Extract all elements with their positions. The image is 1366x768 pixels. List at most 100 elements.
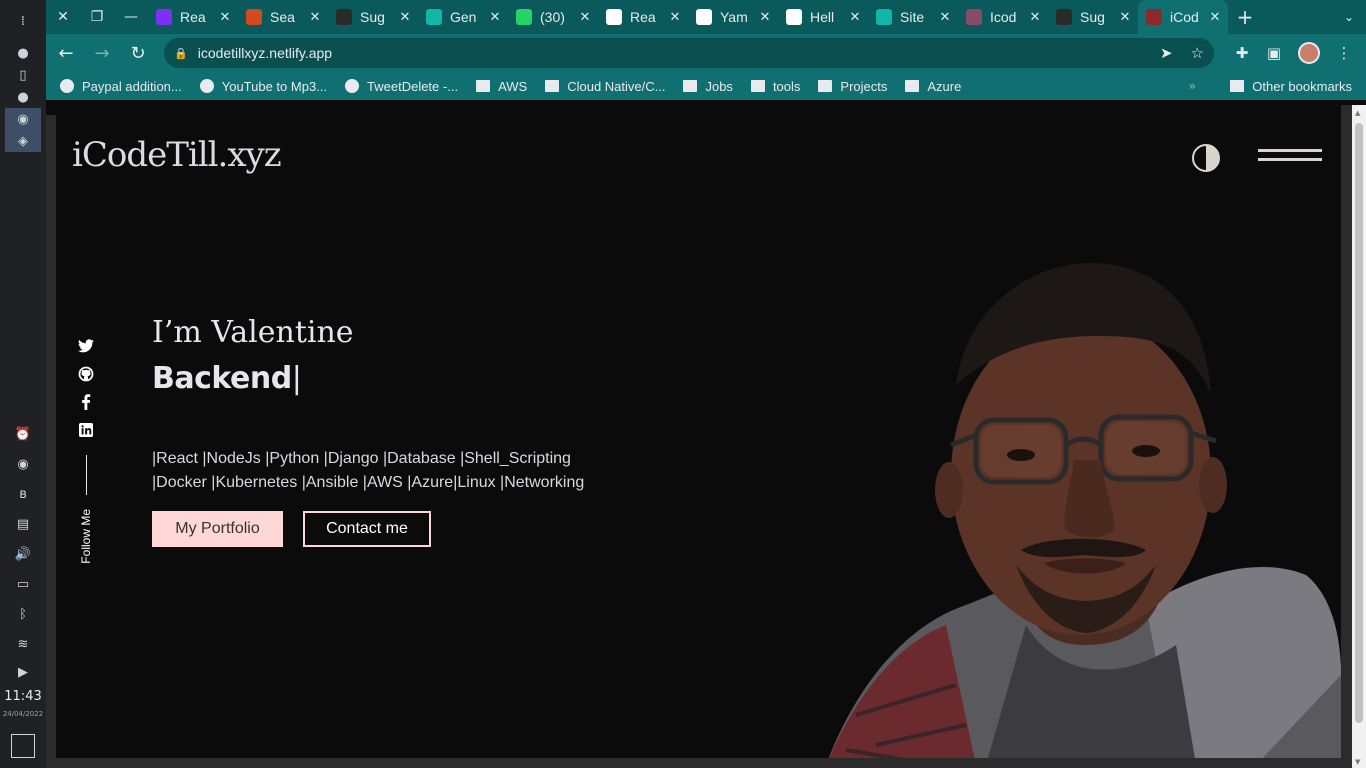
folder-icon	[1230, 80, 1245, 92]
greeting-heading: I’m Valentine	[152, 315, 354, 350]
new-tab-button[interactable]: +	[1228, 5, 1262, 29]
tab-close-icon[interactable]: ✕	[1118, 9, 1132, 25]
menu-bar-bottom	[1258, 158, 1322, 161]
contact-me-button[interactable]: Contact me	[303, 511, 431, 547]
battery-icon[interactable]: ▭	[5, 569, 41, 599]
tab-title: Sea	[270, 9, 295, 25]
more-bookmarks-icon[interactable]: »	[1189, 79, 1196, 93]
twitter-icon[interactable]	[77, 337, 95, 355]
tab-search-icon[interactable]: ⌄	[1344, 10, 1354, 24]
clock[interactable]: 11:43	[4, 689, 41, 704]
bookmark-item[interactable]: AWS	[476, 79, 527, 94]
bookmark-star-icon[interactable]: ☆	[1191, 44, 1204, 62]
bookmark-item[interactable]: Projects	[818, 79, 887, 94]
send-icon[interactable]: ➤	[1160, 44, 1173, 62]
app-icon-1[interactable]: ●	[5, 42, 41, 64]
tab-close-icon[interactable]: ✕	[1028, 9, 1042, 25]
tab-close-icon[interactable]: ✕	[488, 9, 502, 25]
tab-title: Yam	[720, 9, 748, 25]
tab-favicon-icon	[606, 9, 622, 25]
tab-title: Rea	[630, 9, 656, 25]
browser-tab[interactable]: iCod ✕	[1138, 0, 1228, 34]
tab-title: (30)	[540, 9, 565, 25]
tab-close-icon[interactable]: ✕	[1208, 9, 1222, 25]
browser-tab[interactable]: Icod ✕	[958, 0, 1048, 34]
tab-close-icon[interactable]: ✕	[578, 9, 592, 25]
restore-window-icon[interactable]: ❐	[80, 0, 114, 34]
app-icon-2[interactable]: ●	[5, 86, 41, 108]
show-desktop-icon[interactable]	[11, 734, 35, 758]
close-window-icon[interactable]: ✕	[46, 0, 80, 34]
chrome-tray-icon[interactable]: ◉	[5, 449, 41, 479]
lock-icon[interactable]: 🔒	[174, 47, 188, 60]
scroll-up-icon[interactable]: ▲	[1355, 109, 1360, 117]
menu-kebab-icon[interactable]: ⋮	[1328, 44, 1360, 62]
site-logo[interactable]: iCodeTill.xyz	[72, 135, 282, 175]
browser-tab[interactable]: Gen ✕	[418, 0, 508, 34]
tab-close-icon[interactable]: ✕	[398, 9, 412, 25]
browser-tab[interactable]: Rea ✕	[598, 0, 688, 34]
minimize-window-icon[interactable]: —	[114, 0, 148, 34]
hamburger-menu-icon[interactable]	[1258, 149, 1322, 167]
browser-tab[interactable]: Yam ✕	[688, 0, 778, 34]
folder-icon	[818, 80, 833, 92]
extensions-icon[interactable]: ✚	[1226, 44, 1258, 62]
profile-avatar[interactable]	[1298, 42, 1320, 64]
linkedin-icon[interactable]	[77, 421, 95, 439]
scrollbar-thumb[interactable]	[1355, 123, 1363, 723]
bookmark-item[interactable]: YouTube to Mp3...	[199, 79, 327, 94]
tab-favicon-icon	[426, 9, 442, 25]
bookmark-item[interactable]: Azure	[905, 79, 961, 94]
tab-close-icon[interactable]: ✕	[848, 9, 862, 25]
bookmark-item[interactable]: Paypal addition...	[60, 79, 182, 94]
my-portfolio-button[interactable]: My Portfolio	[152, 511, 283, 547]
bookmark-item[interactable]: TweetDelete -...	[345, 79, 458, 94]
bookmark-item[interactable]: Jobs	[683, 79, 733, 94]
tab-close-icon[interactable]: ✕	[938, 9, 952, 25]
github-icon[interactable]	[77, 365, 95, 383]
side-panel-icon[interactable]: ▣	[1258, 44, 1290, 62]
browser-tab[interactable]: Sug ✕	[328, 0, 418, 34]
browser-tab[interactable]: Site ✕	[868, 0, 958, 34]
browser-tab[interactable]: (30) ✕	[508, 0, 598, 34]
browser-tab[interactable]: Hell ✕	[778, 0, 868, 34]
chrome-dock-icon[interactable]: ◉	[5, 108, 41, 130]
bookmark-label: tools	[772, 78, 801, 94]
clipboard-icon[interactable]: ▤	[5, 509, 41, 539]
vscode-dock-icon[interactable]: ◈	[5, 130, 41, 152]
file-icon[interactable]: ▯	[5, 64, 41, 86]
url-text[interactable]: icodetillxyz.netlify.app	[198, 45, 1142, 61]
page-top-gap	[46, 100, 1366, 115]
wifi-icon[interactable]: ≋	[5, 629, 41, 659]
browser-tab[interactable]: Rea ✕	[148, 0, 238, 34]
browser-tab[interactable]: Sea ✕	[238, 0, 328, 34]
browser-tab[interactable]: Sug ✕	[1048, 0, 1138, 34]
expand-tray-icon[interactable]: ▶	[5, 659, 41, 685]
forward-button[interactable]: →	[86, 37, 118, 69]
bluetooth-icon[interactable]: ᛒ	[5, 599, 41, 629]
reload-button[interactable]: ↻	[122, 37, 154, 69]
scroll-down-icon[interactable]: ▼	[1355, 758, 1360, 766]
tab-close-icon[interactable]: ✕	[218, 9, 232, 25]
bookmark-item[interactable]: Cloud Native/C...	[545, 79, 665, 94]
facebook-icon[interactable]	[77, 393, 95, 411]
tab-title: Sug	[1080, 9, 1105, 25]
volume-icon[interactable]: 🔊	[5, 539, 41, 569]
address-bar[interactable]: 🔒 icodetillxyz.netlify.app ➤ ☆	[164, 38, 1214, 68]
menu-bar-top	[1258, 149, 1322, 152]
tab-close-icon[interactable]: ✕	[758, 9, 772, 25]
skills-line-2: |Docker |Kubernetes |Ansible |AWS |Azure…	[152, 474, 585, 491]
tab-close-icon[interactable]: ✕	[668, 9, 682, 25]
back-button[interactable]: ←	[50, 37, 82, 69]
other-bookmarks-label: Other bookmarks	[1252, 78, 1352, 94]
bookmark-item[interactable]: tools	[750, 78, 801, 94]
bluetooth-app-icon[interactable]: ʙ	[5, 479, 41, 509]
tab-close-icon[interactable]: ✕	[308, 9, 322, 25]
tab-title: Sug	[360, 9, 385, 25]
site-favicon-icon	[199, 79, 214, 93]
other-bookmarks[interactable]: Other bookmarks	[1230, 79, 1352, 94]
vertical-scrollbar[interactable]: ▲ ▼	[1352, 105, 1366, 768]
notification-icon[interactable]: ⏰	[5, 419, 41, 449]
theme-toggle-icon[interactable]	[1192, 144, 1220, 172]
launcher-icon[interactable]: ⁞	[5, 8, 41, 34]
